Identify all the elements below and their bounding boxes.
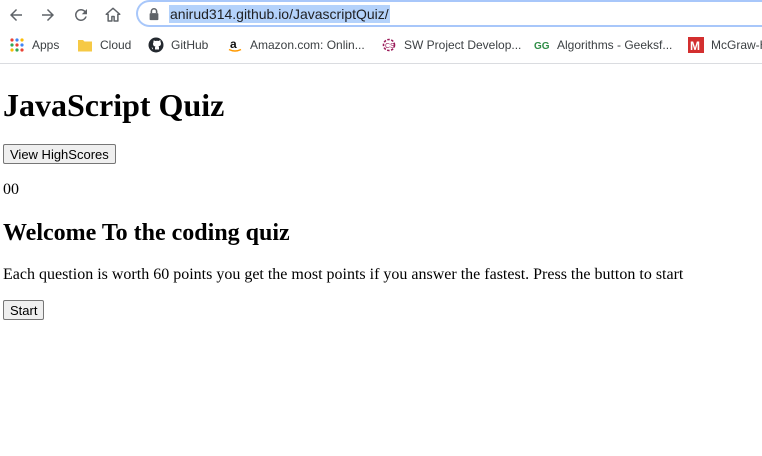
bookmark-label: GitHub: [171, 38, 209, 52]
svg-text:M: M: [690, 39, 700, 53]
forward-button[interactable]: [36, 3, 60, 27]
reload-icon: [74, 8, 87, 21]
view-highscores-button[interactable]: View HighScores: [3, 144, 116, 164]
quiz-page: JavaScript Quiz View HighScores 00 Welco…: [0, 64, 762, 456]
forward-arrow-icon: [42, 9, 54, 21]
svg-text:CS: CS: [385, 43, 395, 50]
bookmark-label: Amazon.com: Onlin...: [250, 38, 365, 52]
lock-icon: [149, 8, 159, 21]
bookmark-label: McGraw-H: [711, 38, 762, 52]
timer-display: 00: [3, 181, 19, 198]
apps-grid-icon: [9, 37, 25, 53]
quiz-description: Each question is worth 60 points you get…: [3, 266, 684, 283]
svg-text:a: a: [230, 37, 237, 51]
back-button[interactable]: [4, 3, 28, 27]
address-bar[interactable]: anirud314.github.io/JavascriptQuiz/: [136, 0, 762, 27]
bookmark-sw-project[interactable]: CS SW Project Develop...: [381, 35, 521, 55]
bookmark-apps[interactable]: Apps: [9, 35, 59, 55]
svg-text:GG: GG: [534, 41, 550, 52]
bookmark-label: Apps: [32, 38, 60, 52]
geeksforgeeks-icon: GG: [534, 37, 550, 53]
page-title: JavaScript Quiz: [3, 87, 225, 123]
bookmark-label: Cloud: [100, 38, 132, 52]
bookmark-label: Algorithms - Geeksf...: [557, 38, 673, 52]
bookmark-github[interactable]: GitHub: [148, 35, 208, 55]
start-button[interactable]: Start: [3, 300, 45, 320]
bookmark-cloud[interactable]: Cloud: [77, 35, 131, 55]
amazon-icon: a: [227, 37, 243, 53]
bookmark-amazon[interactable]: a Amazon.com: Onlin...: [227, 35, 365, 55]
folder-icon: [77, 37, 93, 53]
back-arrow-icon: [10, 9, 22, 21]
mcgraw-hill-icon: M: [688, 37, 704, 53]
bookmark-label: SW Project Develop...: [404, 38, 522, 52]
bookmark-geeksforgeeks[interactable]: GG Algorithms - Geeksf...: [534, 35, 672, 55]
github-icon: [148, 37, 164, 53]
bookmark-mcgraw-hill[interactable]: M McGraw-H: [688, 35, 762, 55]
browser-toolbar: anirud314.github.io/JavascriptQuiz/: [0, 0, 762, 30]
browser-chrome: anirud314.github.io/JavascriptQuiz/ Apps…: [0, 0, 762, 64]
home-icon: [105, 7, 121, 22]
home-button[interactable]: [101, 3, 125, 27]
reload-button[interactable]: [69, 3, 93, 27]
welcome-heading: Welcome To the coding quiz: [3, 220, 290, 246]
url-text[interactable]: anirud314.github.io/JavascriptQuiz/: [169, 5, 390, 23]
bookmarks-bar: Apps Cloud GitHub a Amazon.com: Onlin...…: [0, 32, 762, 58]
sw-project-icon: CS: [381, 37, 397, 53]
